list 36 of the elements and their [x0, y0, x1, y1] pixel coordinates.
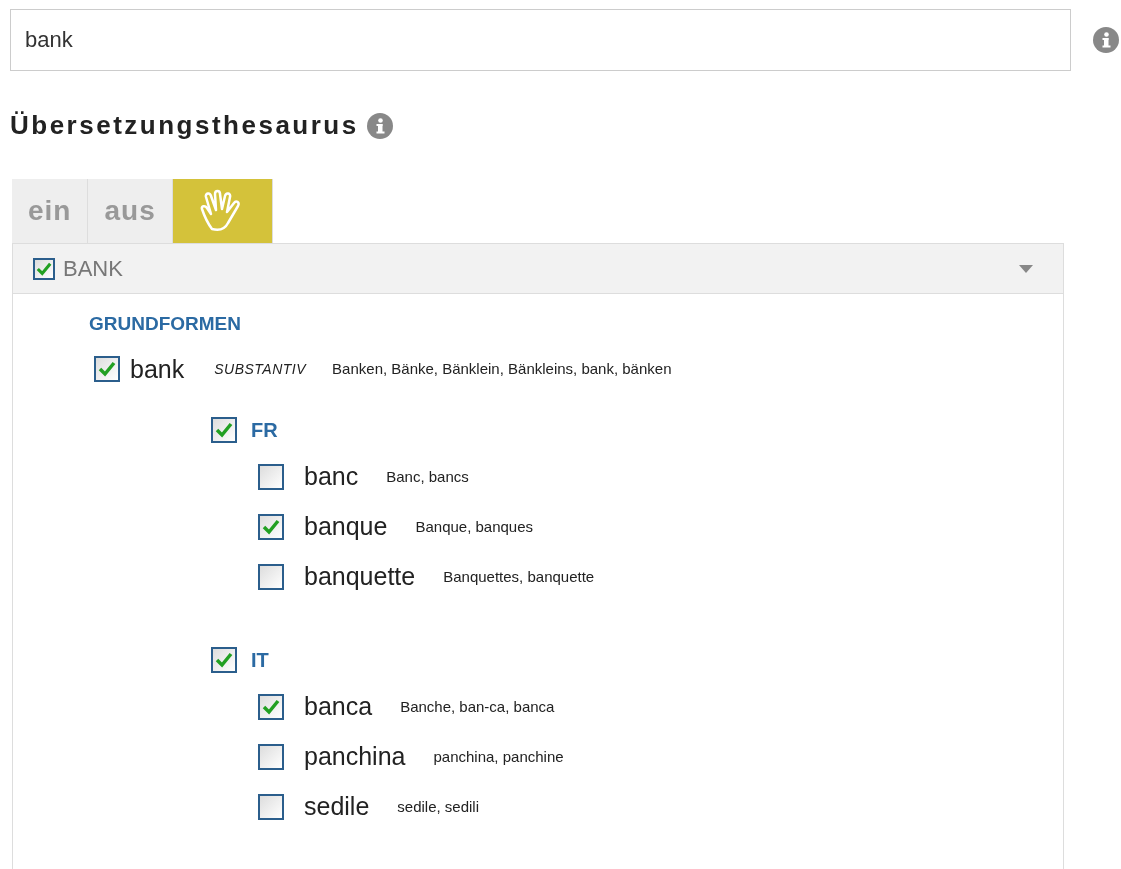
checkbox[interactable] [258, 744, 284, 770]
word-forms: Banquettes, banquette [443, 566, 595, 587]
checkbox[interactable] [33, 257, 55, 280]
word: sedile [304, 791, 370, 823]
panel-title: BANK [63, 255, 123, 283]
word-forms: Banche, ban-ca, banca [400, 696, 555, 717]
word: banc [304, 461, 359, 493]
word: banca [304, 691, 373, 723]
checkbox[interactable] [211, 417, 237, 443]
word-forms: sedile, sedili [397, 796, 480, 817]
word: banque [304, 511, 388, 543]
tab[interactable]: aus [88, 179, 173, 243]
checkbox[interactable] [94, 356, 120, 383]
word-forms: Banc, bancs [386, 466, 469, 487]
language-label: FR [251, 418, 278, 443]
search-field[interactable]: bank [10, 9, 1071, 71]
checkbox[interactable] [258, 514, 284, 540]
word-forms: Banque, banques [415, 516, 534, 537]
checkbox[interactable] [258, 464, 284, 490]
checkbox[interactable] [258, 794, 284, 820]
word-forms: Banken, Bänke, Bänklein, Bänkleins, bank, bänken [332, 359, 672, 379]
checkbox[interactable] [258, 564, 284, 590]
word: banquette [304, 561, 416, 593]
word: bank [130, 353, 185, 385]
word-forms: panchina, panchine [433, 746, 564, 767]
info-icon[interactable] [1093, 27, 1119, 53]
section-heading: Übersetzungsthesaurus [10, 109, 359, 142]
language-label: IT [251, 648, 269, 673]
section-label: GRUNDFORMEN [89, 312, 242, 336]
part-of-speech: SUBSTANTIV [214, 359, 307, 379]
word: panchina [304, 741, 406, 773]
checkbox[interactable] [258, 694, 284, 720]
info-icon[interactable] [366, 112, 393, 139]
tab[interactable]: ein [12, 179, 89, 243]
checkbox[interactable] [211, 647, 237, 673]
panel-header[interactable]: BANK [13, 244, 1063, 294]
